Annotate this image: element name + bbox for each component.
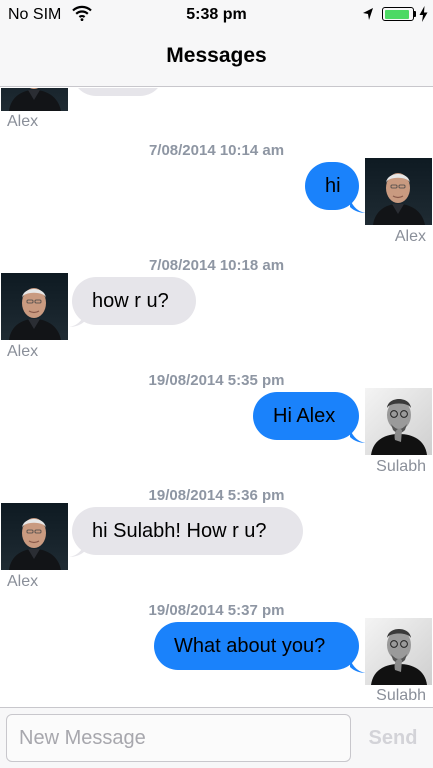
- battery-icon: [382, 7, 414, 21]
- location-arrow-icon: [363, 8, 373, 20]
- message-timestamp: 7/08/2014 10:18 am: [148, 257, 285, 274]
- page-title: Messages: [166, 44, 267, 67]
- message-timestamp: 19/08/2014 5:36 pm: [148, 487, 285, 504]
- alex-avatar[interactable]: [365, 158, 432, 225]
- sender-label: Sulabh: [376, 687, 426, 704]
- navigation-bar: Messages: [0, 28, 433, 87]
- message-bubble-incoming[interactable]: how r u?: [72, 277, 196, 325]
- message-bubble-outgoing[interactable]: Hi Alex: [253, 392, 359, 440]
- alex-avatar[interactable]: [1, 503, 68, 570]
- sender-label: Alex: [394, 228, 426, 245]
- message-list[interactable]: Alex 7/08/2014 10:14 am hi Alex 7/08/201…: [0, 88, 433, 707]
- battery-level: [384, 9, 410, 19]
- sulabh-avatar[interactable]: [365, 388, 432, 455]
- sender-label: Alex: [7, 573, 39, 590]
- message-timestamp: 19/08/2014 5:35 pm: [148, 372, 285, 389]
- message-bubble-outgoing[interactable]: What about you?: [154, 622, 359, 670]
- sulabh-avatar[interactable]: [365, 618, 432, 685]
- sender-label: Sulabh: [376, 458, 426, 475]
- message-timestamp: 7/08/2014 10:14 am: [148, 142, 285, 159]
- alex-avatar[interactable]: [1, 273, 68, 340]
- message-bubble-outgoing[interactable]: hi: [305, 162, 359, 210]
- message-timestamp: 19/08/2014 5:37 pm: [148, 602, 285, 619]
- charging-bolt-icon: [419, 6, 428, 22]
- status-bar: No SIM 5:38 pm: [0, 0, 433, 28]
- message-bubble-incoming[interactable]: [72, 88, 164, 96]
- battery-tip: [414, 11, 416, 17]
- sender-label: Alex: [7, 343, 39, 360]
- message-bubble-incoming[interactable]: hi Sulabh! How r u?: [72, 507, 303, 555]
- sender-label: Alex: [7, 113, 39, 130]
- message-input-bar: Send: [0, 707, 433, 768]
- new-message-input[interactable]: [6, 714, 351, 762]
- send-button[interactable]: Send: [358, 714, 428, 762]
- alex-avatar[interactable]: [1, 88, 68, 111]
